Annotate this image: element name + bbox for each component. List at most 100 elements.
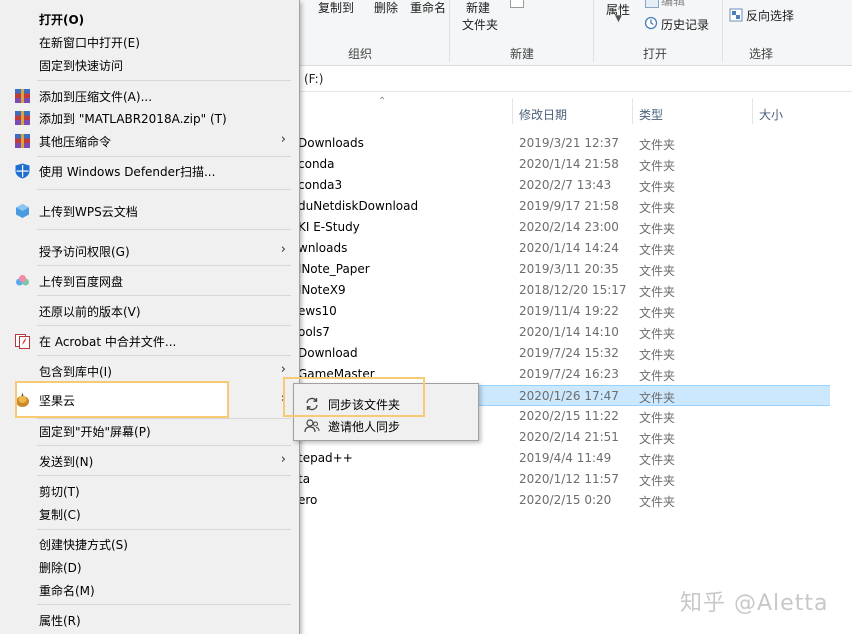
file-type: 文件夹	[639, 306, 676, 320]
menu-item-baidu-upload[interactable]: 上传到百度网盘	[0, 270, 298, 292]
file-type: 文件夹	[639, 222, 676, 236]
new-item-icon[interactable]	[510, 0, 524, 8]
menu-item-label: 授予访问权限(G)	[39, 245, 130, 259]
menu-item-pin-start[interactable]: 固定到"开始"屏幕(P)	[0, 420, 298, 442]
wps-cloud-icon	[16, 204, 29, 218]
file-type: 文件夹	[639, 327, 676, 341]
file-name: KI E-Study	[298, 220, 360, 234]
menu-item-add-archive[interactable]: 添加到压缩文件(A)...	[0, 85, 298, 107]
menu-item-label: 固定到快速访问	[39, 59, 124, 73]
file-date: 2020/1/26 17:47	[519, 389, 619, 403]
ribbon-new-folder[interactable]: 新建	[466, 0, 490, 16]
history-icon	[644, 16, 658, 30]
menu-item-open-new-window[interactable]: 在新窗口中打开(E)	[0, 31, 298, 53]
menu-separator	[37, 445, 291, 446]
menu-item-label: 上传到WPS云文档	[39, 205, 138, 219]
ribbon-history[interactable]: 历史记录	[661, 16, 709, 33]
column-header-date[interactable]: 修改日期	[519, 106, 567, 123]
file-date: 2020/2/7 13:43	[519, 178, 612, 192]
file-name: ero	[298, 493, 318, 507]
menu-item-acrobat-merge[interactable]: 在 Acrobat 中合并文件...	[0, 330, 298, 352]
menu-item-open[interactable]: 打开(O)	[0, 8, 298, 30]
file-date: 2019/7/24 16:23	[519, 367, 619, 381]
ribbon-new-folder-line2[interactable]: 文件夹	[462, 16, 498, 33]
menu-separator	[37, 529, 291, 530]
menu-separator	[37, 418, 291, 419]
column-divider[interactable]	[752, 98, 753, 124]
file-type: 文件夹	[639, 243, 676, 257]
file-name: duNetdiskDownload	[298, 199, 419, 213]
menu-item-create-shortcut[interactable]: 创建快捷方式(S)	[0, 533, 298, 555]
menu-item-grant-access[interactable]: 授予访问权限(G) ›	[0, 240, 298, 262]
properties-dropdown-icon[interactable]: ▼	[615, 14, 622, 24]
column-divider[interactable]	[512, 98, 513, 124]
group-open-label: 打开	[643, 47, 668, 61]
file-name: tepad++	[298, 451, 353, 465]
file-name: lNoteX9	[298, 283, 346, 297]
winrar-icon	[15, 134, 30, 148]
file-name: lNote_Paper	[298, 262, 370, 276]
invert-selection-icon	[729, 8, 743, 22]
chevron-right-icon: ›	[280, 132, 286, 147]
chevron-right-icon: ›	[280, 242, 286, 257]
menu-item-label: 删除(D)	[39, 561, 82, 575]
menu-item-cut[interactable]: 剪切(T)	[0, 480, 298, 502]
menu-item-include-library[interactable]: 包含到库中(I) ›	[0, 360, 298, 382]
file-type: 文件夹	[639, 495, 676, 509]
watermark: 知乎 @Aletta	[680, 591, 829, 616]
submenu-item-label: 邀请他人同步	[328, 420, 401, 434]
menu-item-defender[interactable]: 使用 Windows Defender扫描...	[0, 160, 298, 182]
winrar-icon	[15, 111, 30, 125]
menu-item-pin-quick-access[interactable]: 固定到快速访问	[0, 54, 298, 76]
menu-separator	[37, 604, 291, 605]
ribbon-divider	[449, 0, 450, 62]
menu-item-other-compress[interactable]: 其他压缩命令 ›	[0, 130, 298, 152]
group-new-label: 新建	[510, 47, 535, 61]
menu-separator	[37, 189, 291, 190]
ribbon-copy-to[interactable]: 复制到	[318, 0, 354, 16]
menu-item-label: 使用 Windows Defender扫描...	[39, 165, 216, 179]
file-type: 文件夹	[639, 391, 676, 405]
menu-item-wps-upload[interactable]: 上传到WPS云文档	[0, 200, 298, 222]
menu-item-label: 添加到压缩文件(A)...	[39, 90, 153, 104]
menu-item-label: 在新窗口中打开(E)	[39, 36, 140, 50]
menu-item-label: 属性(R)	[39, 614, 81, 628]
group-organize-label: 组织	[348, 47, 373, 61]
column-header-type[interactable]: 类型	[639, 106, 663, 123]
menu-item-label: 复制(C)	[39, 508, 81, 522]
file-name: wnloads	[298, 241, 348, 255]
menu-item-label: 还原以前的版本(V)	[39, 305, 141, 319]
file-name: ews10	[298, 304, 337, 318]
address-path: (F:)	[304, 72, 324, 86]
ribbon-invert-select[interactable]: 反向选择	[746, 7, 794, 24]
menu-item-send-to[interactable]: 发送到(N) ›	[0, 450, 298, 472]
menu-separator	[37, 229, 291, 230]
file-date: 2019/4/4 11:49	[519, 451, 612, 465]
file-name: Downloads	[298, 136, 364, 150]
file-date: 2018/12/20 15:17	[519, 283, 627, 297]
shield-icon	[15, 163, 30, 179]
file-date: 2020/2/14 23:00	[519, 220, 619, 234]
menu-item-label: 重命名(M)	[39, 584, 95, 598]
menu-item-rename[interactable]: 重命名(M)	[0, 579, 298, 601]
menu-item-delete[interactable]: 删除(D)	[0, 556, 298, 578]
winrar-icon	[15, 89, 30, 103]
menu-item-properties[interactable]: 属性(R)	[0, 609, 298, 631]
submenu-item-invite-sync[interactable]: 邀请他人同步	[294, 415, 478, 437]
file-date: 2020/1/12 11:57	[519, 472, 619, 486]
file-type: 文件夹	[639, 474, 676, 488]
ribbon-divider	[593, 0, 594, 62]
column-header-size[interactable]: 大小	[759, 106, 783, 123]
menu-item-add-zip[interactable]: 添加到 "MATLABR2018A.zip" (T)	[0, 107, 298, 129]
file-date: 2020/1/14 14:24	[519, 241, 619, 255]
acrobat-icon	[15, 334, 30, 349]
menu-item-restore-versions[interactable]: 还原以前的版本(V)	[0, 300, 298, 322]
file-type: 文件夹	[639, 180, 676, 194]
menu-item-copy[interactable]: 复制(C)	[0, 503, 298, 525]
ribbon-rename[interactable]: 重命名	[410, 0, 446, 16]
file-date: 2020/1/14 14:10	[519, 325, 619, 339]
ribbon-edit[interactable]: 编辑	[661, 0, 685, 9]
ribbon-delete[interactable]: 删除	[374, 0, 398, 16]
highlight-annotation-box	[283, 377, 425, 417]
column-divider[interactable]	[632, 98, 633, 124]
